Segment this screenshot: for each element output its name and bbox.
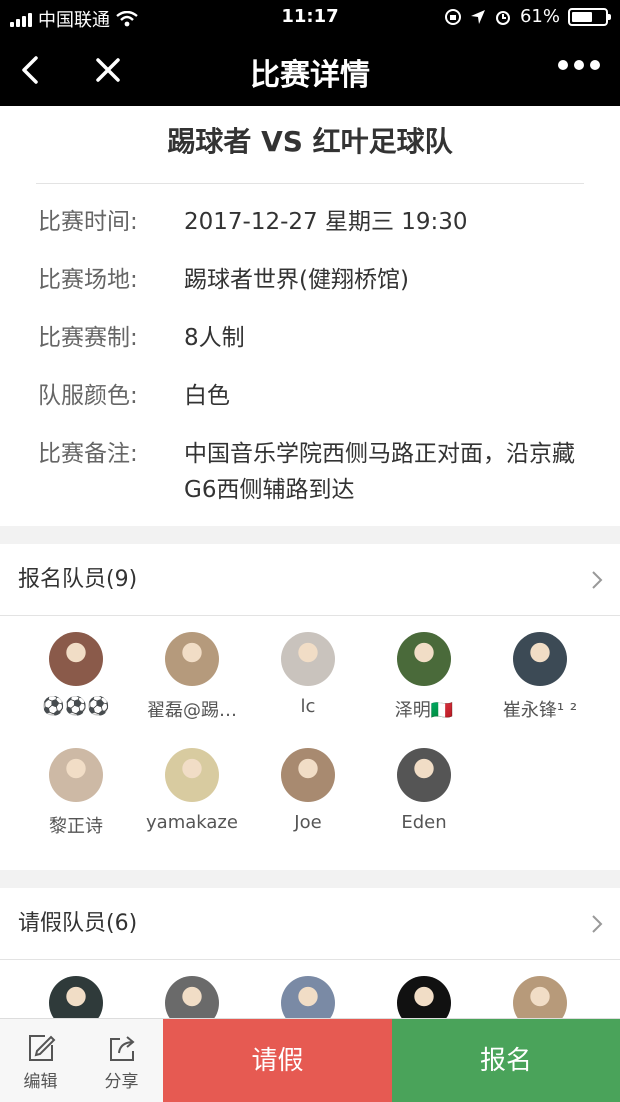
chevron-right-icon — [592, 571, 603, 589]
member-name: Eden — [401, 812, 447, 833]
battery-percent: 61% — [519, 6, 560, 27]
member-name: lc — [300, 696, 316, 717]
info-label: 比赛备注: — [38, 441, 138, 467]
avatar — [397, 632, 451, 686]
info-label: 比赛赛制: — [38, 325, 138, 351]
member-name: 黎正诗 — [49, 816, 103, 837]
leave-button[interactable]: 请假 — [163, 1019, 392, 1102]
match-info: 比赛时间: 2017-12-27 星期三 19:30 比赛场地: 踢球者世界(健… — [0, 184, 620, 526]
leave-header[interactable]: 请假队员(6) — [0, 888, 620, 960]
alarm-icon — [495, 10, 510, 25]
member-item[interactable]: Joe — [250, 748, 366, 864]
orientation-lock-icon — [444, 8, 461, 25]
page-title: 比赛详情 — [250, 58, 370, 93]
battery-icon — [568, 7, 611, 26]
section-divider — [0, 526, 620, 544]
member-name: 崔永锋¹ ² — [502, 700, 578, 721]
info-label: 比赛时间: — [38, 209, 138, 235]
signed-section: 报名队员(9) ⚽⚽⚽ 翟磊@踢… lc 泽明🇮🇹 崔永锋¹ ² 黎正诗 yamakaze J… — [0, 544, 620, 870]
signed-title: 报名队员(9) — [18, 567, 138, 592]
avatar — [513, 632, 567, 686]
member-item[interactable]: lc — [250, 632, 366, 748]
member-name: yamakaze — [146, 812, 238, 833]
match-title: 踢球者 VS 红叶足球队 — [36, 106, 584, 184]
more-icon[interactable] — [558, 60, 600, 70]
info-row-time: 比赛时间: 2017-12-27 星期三 19:30 — [0, 204, 620, 240]
signed-header[interactable]: 报名队员(9) — [0, 544, 620, 616]
share-button[interactable]: 分享 — [81, 1019, 162, 1102]
share-icon — [109, 1036, 135, 1061]
info-label: 比赛场地: — [38, 267, 138, 293]
battery-fill — [572, 11, 592, 22]
info-value: 白色 — [184, 383, 230, 409]
avatar — [281, 748, 335, 802]
member-name: ⚽⚽⚽ — [42, 696, 110, 717]
bottom-toolbar: 编辑 分享 请假 报名 — [0, 1018, 620, 1102]
signed-members: ⚽⚽⚽ 翟磊@踢… lc 泽明🇮🇹 崔永锋¹ ² 黎正诗 yamakaze Joe Eden — [0, 616, 620, 870]
member-item[interactable]: ⚽⚽⚽ — [18, 632, 134, 748]
info-row-jersey: 队服颜色: 白色 — [0, 378, 620, 414]
info-value: 中国音乐学院西侧马路正对面，沿京藏G6西侧辅路到达 — [184, 441, 575, 503]
info-row-venue: 比赛场地: 踢球者世界(健翔桥馆) — [0, 262, 620, 298]
leave-title: 请假队员(6) — [18, 911, 138, 936]
avatar — [165, 748, 219, 802]
member-name: 翟磊@踢… — [147, 700, 237, 721]
share-label: 分享 — [104, 1072, 139, 1092]
avatar — [397, 748, 451, 802]
avatar — [49, 632, 103, 686]
status-right: 61% — [444, 6, 611, 27]
nav-bar: 比赛详情 — [0, 34, 620, 106]
member-item[interactable]: Eden — [366, 748, 482, 864]
info-label: 队服颜色: — [38, 383, 138, 409]
member-item[interactable]: 黎正诗 — [18, 748, 134, 864]
location-icon — [470, 9, 485, 24]
edit-label: 编辑 — [23, 1072, 58, 1092]
member-item[interactable]: 崔永锋¹ ² — [482, 632, 598, 748]
avatar — [49, 748, 103, 802]
page-content: 踢球者 VS 红叶足球队 比赛时间: 2017-12-27 星期三 19:30 … — [0, 106, 620, 1098]
info-row-notes: 比赛备注: 中国音乐学院西侧马路正对面，沿京藏G6西侧辅路到达 — [0, 436, 620, 508]
member-item[interactable]: 翟磊@踢… — [134, 632, 250, 748]
info-value: 8人制 — [184, 325, 245, 351]
edit-button[interactable]: 编辑 — [0, 1019, 81, 1102]
section-divider — [0, 870, 620, 888]
status-bar: 中国联通 11:17 61% — [0, 0, 620, 34]
match-card: 踢球者 VS 红叶足球队 比赛时间: 2017-12-27 星期三 19:30 … — [0, 106, 620, 526]
member-item[interactable]: 泽明🇮🇹 — [366, 632, 482, 748]
avatar — [281, 632, 335, 686]
avatar — [165, 632, 219, 686]
chevron-right-icon — [592, 915, 603, 933]
info-value: 踢球者世界(健翔桥馆) — [184, 267, 409, 293]
signup-button[interactable]: 报名 — [392, 1019, 620, 1102]
member-name: Joe — [294, 812, 322, 833]
edit-icon — [28, 1035, 55, 1061]
info-row-format: 比赛赛制: 8人制 — [0, 320, 620, 356]
info-value: 2017-12-27 星期三 19:30 — [184, 209, 468, 235]
member-item[interactable]: yamakaze — [134, 748, 250, 864]
member-name: 泽明🇮🇹 — [394, 700, 454, 721]
